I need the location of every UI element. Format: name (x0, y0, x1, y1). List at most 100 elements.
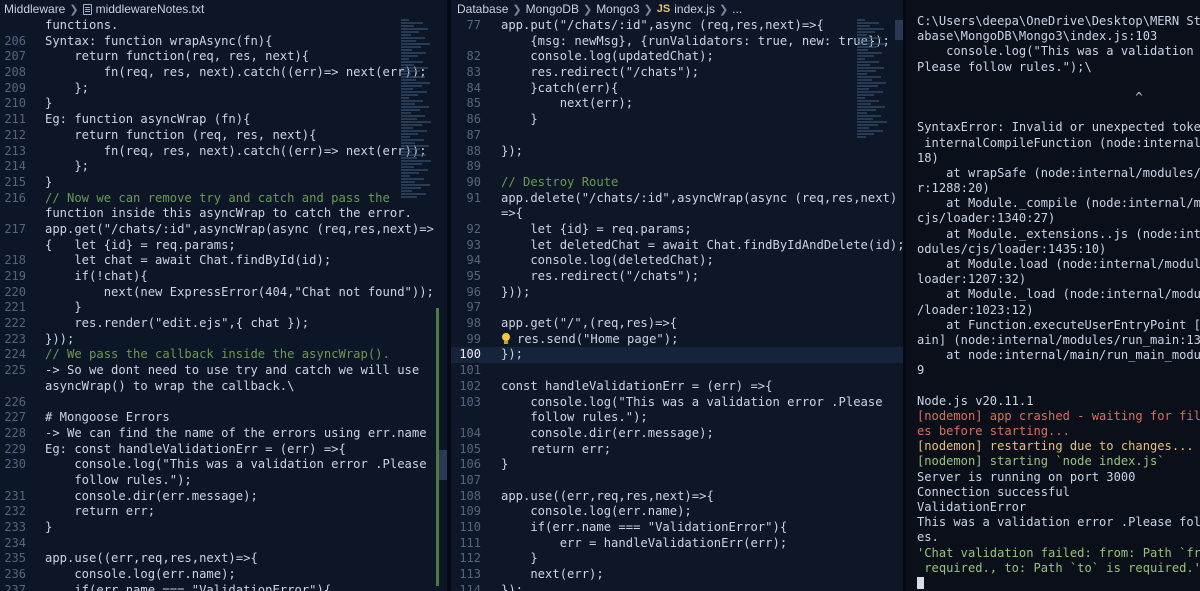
code-line[interactable]: 114}); (451, 583, 903, 591)
code-line[interactable]: 231 console.dir(err.message); (0, 489, 447, 505)
terminal-line[interactable]: at Function.executeUserEntryPoint [as ru… (906, 318, 1200, 333)
code-line[interactable]: 94 console.log(deletedChat); (451, 253, 903, 269)
code-line[interactable]: 237 if(err.name === "ValidationError"){ (0, 583, 447, 591)
code-line[interactable]: 96})); (451, 285, 903, 301)
terminal-line[interactable]: Node.js v20.11.1 (906, 394, 1200, 409)
code-line[interactable]: 97 (451, 300, 903, 316)
code-line[interactable]: functions. (0, 18, 447, 34)
terminal-line[interactable]: This was a validation error .Please foll… (906, 515, 1200, 530)
terminal-line[interactable]: at Module.load (node:internal/modules/cj… (906, 257, 1200, 272)
terminal-line[interactable]: Please follow rules.");\ (906, 60, 1200, 75)
terminal-pane[interactable]: C:\Users\deepa\OneDrive\Desktop\MERN St a… (906, 0, 1200, 591)
terminal-line[interactable]: [nodemon] restarting due to changes... (906, 439, 1200, 454)
code-line[interactable]: 209 }; (0, 81, 447, 97)
terminal-line[interactable]: es. (906, 530, 1200, 545)
terminal-line[interactable]: at wrapSafe (node:internal/modules/cjs/l… (906, 166, 1200, 181)
code-line[interactable]: 223})); (0, 332, 447, 348)
code-line[interactable]: 224 // We pass the callback inside the as… (0, 347, 447, 363)
terminal-line[interactable]: loader:1207:32) (906, 272, 1200, 287)
code-line[interactable]: 90 // Destroy Route (451, 175, 903, 191)
code-line[interactable]: 85 next(err); (451, 96, 903, 112)
code-line[interactable]: 109 console.log(err.name); (451, 504, 903, 520)
terminal-line[interactable] (906, 105, 1200, 120)
code-line[interactable]: follow rules."); (0, 473, 447, 489)
terminal-line[interactable]: console.log("This was a validation error… (906, 44, 1200, 59)
terminal-line[interactable]: 'Chat validation failed: from: Path `fro… (906, 546, 1200, 561)
terminal-line[interactable]: [nodemon] app crashed - waiting for file… (906, 409, 1200, 424)
code-line[interactable]: {msg: newMsg}, {runValidators: true, new… (451, 34, 903, 50)
code-line[interactable]: 234 (0, 536, 447, 552)
terminal-line[interactable]: ValidationError (906, 500, 1200, 515)
code-line[interactable]: 104 console.dir(err.message); (451, 426, 903, 442)
code-line[interactable]: 218 let chat = await Chat.findById(id); (0, 253, 447, 269)
code-line[interactable]: 236 console.log(err.name); (0, 567, 447, 583)
code-line[interactable]: 93 let deletedChat = await Chat.findById… (451, 238, 903, 254)
terminal-line[interactable] (906, 75, 1200, 90)
terminal-line[interactable] (906, 379, 1200, 394)
code-line[interactable]: 221 } (0, 300, 447, 316)
terminal-line[interactable]: at node:internal/main/run_main_module:28… (906, 348, 1200, 363)
code-line[interactable]: 110 if(err.name === "ValidationError"){ (451, 520, 903, 536)
code-line[interactable]: 228 -> We can find the name of the errors… (0, 426, 447, 442)
code-line[interactable]: 212 return function (req, res, next){ (0, 128, 447, 144)
code-line[interactable]: 113 next(err); (451, 567, 903, 583)
code-line[interactable]: 206 Syntax: function wrapAsync(fn){ (0, 34, 447, 50)
code-line[interactable]: 102 const handleValidationErr = (err) =>{ (451, 379, 903, 395)
code-line[interactable]: 220 next(new ExpressError(404,"Chat not … (0, 285, 447, 301)
code-line[interactable]: 215} (0, 175, 447, 191)
code-line[interactable]: =>{ (451, 206, 903, 222)
notes-code-area[interactable]: functions. 206 Syntax: function wrapAsync(… (0, 18, 447, 591)
code-line[interactable]: 207 return function(req, res, next){ (0, 49, 447, 65)
terminal-line[interactable]: Server is running on port 3000 (906, 470, 1200, 485)
terminal-line[interactable]: [nodemon] starting `node index.js` (906, 454, 1200, 469)
index-js-editor-pane[interactable]: Database ❯ MongoDB ❯ Mongo3 ❯ JS index.j… (451, 0, 903, 591)
terminal-line[interactable]: internalCompileFunction (node:internal/v… (906, 136, 1200, 151)
terminal-line[interactable]: ain] (node:internal/modules/run_main:135… (906, 333, 1200, 348)
terminal-line[interactable]: at Module._load (node:internal/modules/c… (906, 287, 1200, 302)
code-line[interactable]: 103 console.log("This was a validation e… (451, 395, 903, 411)
terminal-line[interactable]: at Module._extensions..js (node:internal… (906, 227, 1200, 242)
terminal-line[interactable]: 9 (906, 363, 1200, 378)
terminal-line[interactable]: /loader:1023:12) (906, 303, 1200, 318)
code-line[interactable]: 108 app.use((err,req,res,next)=>{ (451, 489, 903, 505)
terminal-line[interactable]: 18) (906, 151, 1200, 166)
code-line[interactable]: 229 Eg: const handleValidationErr = (err)… (0, 442, 447, 458)
code-line[interactable]: 91 app.delete("/chats/:id",asyncWrap(asyn… (451, 191, 903, 207)
code-line[interactable]: 230 console.log("This was a validation e… (0, 457, 447, 473)
terminal-output[interactable]: C:\Users\deepa\OneDrive\Desktop\MERN St a… (906, 14, 1200, 591)
notes-editor-pane[interactable]: Middleware ❯ middlewareNotes.txt functio… (0, 0, 447, 591)
code-line[interactable]: 232 return err; (0, 504, 447, 520)
breadcrumb-tail[interactable]: ... (732, 2, 742, 16)
code-line[interactable]: follow rules."); (451, 410, 903, 426)
breadcrumb-database[interactable]: Database (457, 2, 508, 16)
breadcrumb-mongo3[interactable]: Mongo3 (596, 2, 639, 16)
code-line[interactable]: 82 console.log(updatedChat); (451, 49, 903, 65)
code-line[interactable]: 208 fn(req, res, next).catch((err)=> nex… (0, 65, 447, 81)
code-line[interactable]: 111 err = handleValidationErr(err); (451, 536, 903, 552)
terminal-line[interactable]: ^ (906, 90, 1200, 105)
code-line[interactable]: 86 } (451, 112, 903, 128)
terminal-line[interactable]: C:\Users\deepa\OneDrive\Desktop\MERN Sta… (906, 14, 1200, 29)
code-line[interactable]: asyncWrap() to wrap the callback.\ (0, 379, 447, 395)
scrollbar[interactable] (895, 20, 903, 40)
code-line[interactable]: 235 app.use((err,req,res,next)=>{ (0, 551, 447, 567)
code-line[interactable]: 88}); (451, 144, 903, 160)
code-line[interactable]: 107 (451, 473, 903, 489)
code-line[interactable]: 83 res.redirect("/chats"); (451, 65, 903, 81)
terminal-line[interactable]: abase\MongoDB\Mongo3\index.js:103 (906, 29, 1200, 44)
code-line[interactable]: 233} (0, 520, 447, 536)
code-line[interactable]: 210} (0, 96, 447, 112)
terminal-prompt-line[interactable] (906, 576, 1200, 591)
code-line[interactable]: 219 if(!chat){ (0, 269, 447, 285)
code-line[interactable]: function inside this asyncWrap to catch … (0, 206, 447, 222)
terminal-line[interactable]: SyntaxError: Invalid or unexpected token… (906, 120, 1200, 135)
code-line[interactable]: 92 let {id} = req.params; (451, 222, 903, 238)
code-line[interactable]: 87 (451, 128, 903, 144)
code-line[interactable]: 217 app.get("/chats/:id",asyncWrap(async … (0, 222, 447, 238)
code-line[interactable]: 106} (451, 457, 903, 473)
minimap[interactable] (857, 18, 895, 591)
code-line[interactable]: 84 }catch(err){ (451, 81, 903, 97)
scrollbar[interactable] (439, 450, 447, 480)
code-line[interactable]: 214 }; (0, 159, 447, 175)
code-line[interactable]: 77 app.put("/chats/:id",async (req,res,ne… (451, 18, 903, 34)
